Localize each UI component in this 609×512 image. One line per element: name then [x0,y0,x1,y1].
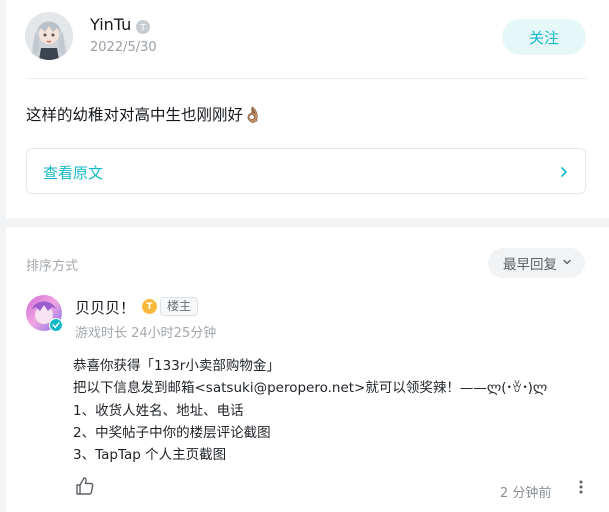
chevron-right-icon [557,164,571,178]
view-original-link[interactable]: 查看原文 [26,148,586,194]
more-vertical-icon[interactable] [578,479,584,495]
follow-button[interactable]: 关注 [502,19,586,55]
thumbs-up-icon[interactable] [75,476,95,496]
post-date: 2022/5/30 [90,40,157,55]
comment-line: 恭喜你获得「133r小卖部购物金」 [73,358,280,374]
post-text: 这样的幼稚对对高中生也刚刚好👌🏽 [26,106,263,124]
post-card: YinTu T 2022/5/30 关注 这样的幼稚对对高中生也刚刚好👌🏽 查看… [6,0,609,218]
comment-line: 2、中奖帖子中你的楼层评论截图 [73,425,271,441]
comments-section: 排序方式 最早回复 贝贝贝！ T 楼主 游戏时长 24小时25分钟 恭喜你获得「… [6,227,609,512]
commenter-name[interactable]: 贝贝贝！ [75,297,135,318]
play-time: 游戏时长 24小时25分钟 [75,326,217,341]
level-badge: T [142,299,157,314]
comment-time: 2 分钟前 [500,486,552,501]
comment-line: 3、TapTap 个人主页截图 [73,447,227,463]
sort-label: 排序方式 [26,259,79,274]
verified-badge-icon: T [136,19,150,34]
verified-check-icon [49,317,63,332]
author-avatar[interactable] [25,12,73,60]
svg-text:T: T [139,24,146,34]
op-tag: 楼主 [160,297,199,316]
divider [26,78,587,79]
sort-value: 最早回复 [503,257,557,273]
comment-line: 把以下信息发到邮箱<satsuki@peropero.net>就可以领奖辣！——… [73,380,548,396]
comment-line: 1、收货人姓名、地址、电话 [73,403,244,419]
author-name[interactable]: YinTu [90,15,131,34]
chevron-down-icon [557,255,572,271]
view-original-label: 查看原文 [43,164,104,182]
sort-dropdown[interactable]: 最早回复 [488,248,585,278]
